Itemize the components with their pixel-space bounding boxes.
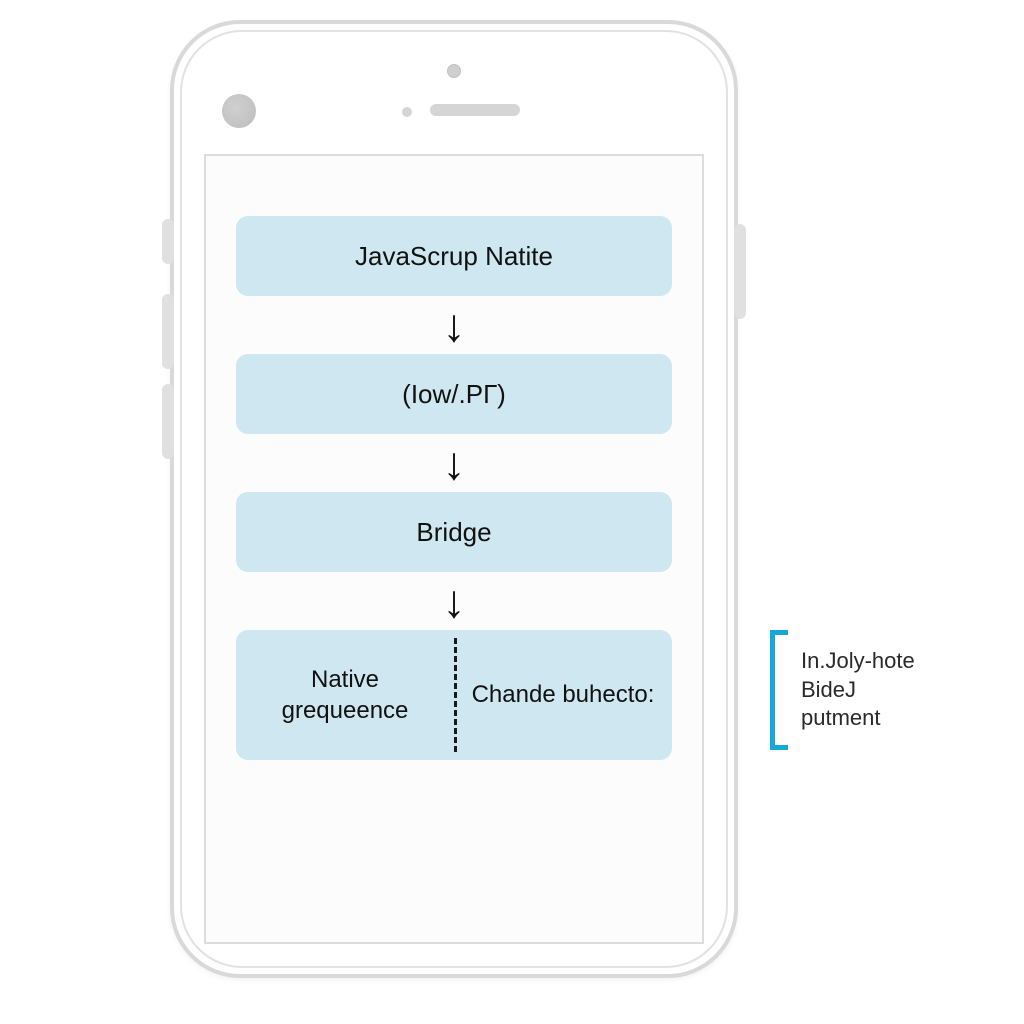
flow-node-bridge: Bridge	[236, 492, 672, 572]
split-divider	[454, 638, 457, 752]
arrow-down-icon: ↓	[443, 302, 466, 348]
phone-screen: JavaScrup Natite ↓ (Iow/.PГ) ↓ Bridge ↓ …	[204, 154, 704, 944]
annotation-bracket-group: In.Joly-hote BideJ putment	[770, 630, 915, 750]
phone-frame: JavaScrup Natite ↓ (Iow/.PГ) ↓ Bridge ↓ …	[170, 20, 738, 978]
top-camera-icon	[447, 64, 461, 78]
arrow-down-icon: ↓	[443, 578, 466, 624]
arrow-down-icon: ↓	[443, 440, 466, 486]
side-button-left-3	[162, 384, 174, 459]
bracket-icon	[770, 630, 789, 750]
side-button-left-2	[162, 294, 174, 369]
flow-node-split: Native grequeence Chande buhecto:	[236, 630, 672, 760]
flow-node-low: (Iow/.PГ)	[236, 354, 672, 434]
sensor-dot-icon	[402, 107, 412, 117]
side-button-right	[734, 224, 746, 319]
split-right-label: Chande buhecto:	[454, 679, 672, 710]
annotation-line-3: putment	[801, 704, 915, 733]
annotation-line-1: In.Joly-hote	[801, 647, 915, 676]
flow-node-js: JavaScrup Natite	[236, 216, 672, 296]
architecture-flow: JavaScrup Natite ↓ (Iow/.PГ) ↓ Bridge ↓ …	[236, 216, 672, 760]
annotation-text: In.Joly-hote BideJ putment	[801, 647, 915, 733]
side-button-left-1	[162, 219, 174, 264]
front-camera-icon	[222, 94, 256, 128]
diagram-stage: JavaScrup Natite ↓ (Iow/.PГ) ↓ Bridge ↓ …	[0, 0, 1024, 1024]
annotation-line-2: BideJ	[801, 676, 915, 705]
split-left-label: Native grequeence	[236, 664, 454, 726]
speaker-grille-icon	[430, 104, 520, 116]
